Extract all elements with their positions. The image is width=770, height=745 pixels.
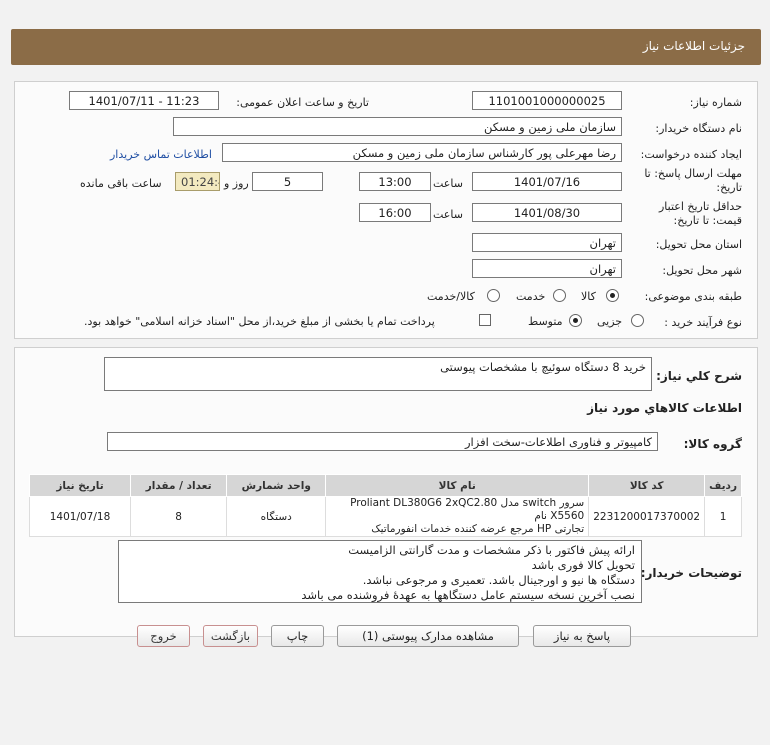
cell-name-line2: تجارتی HP مرجع عرضه کننده خدمات انفورمات… (371, 523, 585, 535)
requester-field: رضا مهرعلی پور کارشناس سازمان ملی زمین و… (222, 143, 622, 162)
days-label: روز و (224, 177, 249, 190)
province-field: تهران (472, 233, 622, 252)
goods-table: ردیف کد کالا نام کالا واحد شمارش تعداد /… (29, 474, 742, 537)
city-label: شهر محل تحویل: (662, 264, 742, 277)
buyer-note-line: ارائه پیش فاکتور با ذکر مشخصات و مدت گار… (348, 543, 635, 557)
category-label: طبقه بندی موضوعی: (644, 290, 742, 303)
announce-datetime-field: 1401/07/11 - 11:23 (69, 91, 219, 110)
deadline-time-label: ساعت (433, 177, 463, 190)
validity-date-field: 1401/08/30 (472, 203, 622, 222)
buyer-note-line: دستگاه ها نیو و اورجینال باشد. تعمیری و … (362, 573, 635, 587)
validity-time-field: 16:00 (359, 203, 431, 222)
table-header-row: ردیف کد کالا نام کالا واحد شمارش تعداد /… (29, 474, 742, 497)
city-field: تهران (472, 259, 622, 278)
deadline-label-line2: تاریخ: (716, 181, 742, 194)
exit-button[interactable]: خروج (137, 625, 190, 647)
days-field: 5 (252, 172, 323, 191)
category-option-goods: کالا (581, 290, 596, 303)
need-number-label: شماره نیاز: (689, 96, 742, 109)
page-header: جزئیات اطلاعات نیاز (11, 29, 761, 65)
page-title: جزئیات اطلاعات نیاز (642, 39, 745, 53)
cell-name-line1: سرور switch مدل Proliant DL380G6 2xQC2.8… (350, 497, 585, 522)
goods-group-label: گروه کالا: (683, 437, 742, 451)
cell-date: 1401/07/18 (29, 496, 131, 537)
cell-name: سرور switch مدل Proliant DL380G6 2xQC2.8… (325, 496, 590, 537)
buyer-org-label: نام دستگاه خریدار: (655, 122, 742, 135)
col-header-qty: تعداد / مقدار (129, 474, 228, 497)
buyer-notes-label: توضیحات خریدار: (640, 566, 742, 580)
category-radio-service[interactable] (553, 289, 566, 302)
col-header-unit: واحد شمارش (226, 474, 327, 497)
buyer-org-field: سازمان ملی زمین و مسکن (173, 117, 622, 136)
remaining-time-label: ساعت باقی مانده (80, 177, 162, 190)
category-radio-goods-service[interactable] (487, 289, 500, 302)
treasury-payment-checkbox[interactable] (479, 314, 491, 326)
remaining-time-field: 01:24:47 (175, 172, 220, 191)
buyer-contact-link[interactable]: اطلاعات تماس خریدار (110, 148, 212, 161)
validity-label-line2: قیمت: تا تاریخ: (673, 214, 742, 227)
cell-qty: 8 (129, 496, 228, 537)
back-button[interactable]: بازگشت (203, 625, 258, 647)
process-option-minor: جزیی (597, 315, 623, 328)
validity-label-line1: حداقل تاریخ اعتبار (658, 200, 742, 213)
buyer-note-line: نصب آخرین نسخه سیستم عامل دستگاهها به عه… (301, 588, 635, 602)
col-header-index: ردیف (704, 474, 742, 497)
summary-label: شرح کلي نياز: (656, 369, 742, 383)
announce-label: تاریخ و ساعت اعلان عمومی: (236, 96, 369, 109)
category-option-goods-service: کالا/خدمت (427, 290, 475, 303)
summary-field: خرید 8 دستگاه سوئیچ با مشخصات پیوستی (104, 357, 652, 391)
need-number-field: 1101001000000025 (472, 91, 622, 110)
goods-info-title: اطلاعات کالاهاي مورد نياز (587, 401, 742, 415)
validity-time-label: ساعت (433, 208, 463, 221)
print-button[interactable]: چاپ (271, 625, 324, 647)
process-label: نوع فرآیند خرید : (664, 316, 742, 329)
cell-unit: دستگاه (226, 496, 327, 537)
buyer-notes-field: ارائه پیش فاکتور با ذکر مشخصات و مدت گار… (118, 540, 642, 603)
deadline-time-field: 13:00 (359, 172, 431, 191)
col-header-code: کد کالا (588, 474, 706, 497)
process-radio-minor[interactable] (631, 314, 644, 327)
buyer-note-line: تحویل کالا فوری باشد (531, 558, 635, 572)
cell-code: 2231200017370002 (588, 496, 706, 537)
view-attachments-button[interactable]: مشاهده مدارک پیوستی (1) (337, 625, 519, 647)
requester-label: ایجاد کننده درخواست: (640, 148, 742, 161)
deadline-date-field: 1401/07/16 (472, 172, 622, 191)
process-radio-medium[interactable] (569, 314, 582, 327)
category-option-service: خدمت (516, 290, 546, 303)
goods-group-field: کامپیوتر و فناوری اطلاعات-سخت افزار (107, 432, 658, 451)
reply-button[interactable]: پاسخ به نیاز (533, 625, 631, 647)
province-label: استان محل تحویل: (655, 238, 742, 251)
deadline-label-line1: مهلت ارسال پاسخ: تا (644, 167, 742, 180)
treasury-payment-note: پرداخت تمام یا بخشی از مبلغ خرید،از محل … (84, 315, 435, 328)
cell-index: 1 (704, 496, 742, 537)
col-header-name: نام کالا (325, 474, 590, 497)
process-option-medium: متوسط (528, 315, 563, 328)
category-radio-goods[interactable] (606, 289, 619, 302)
table-row: 1 2231200017370002 سرور switch مدل Proli… (29, 496, 742, 537)
col-header-date: تاریخ نیاز (29, 474, 131, 497)
